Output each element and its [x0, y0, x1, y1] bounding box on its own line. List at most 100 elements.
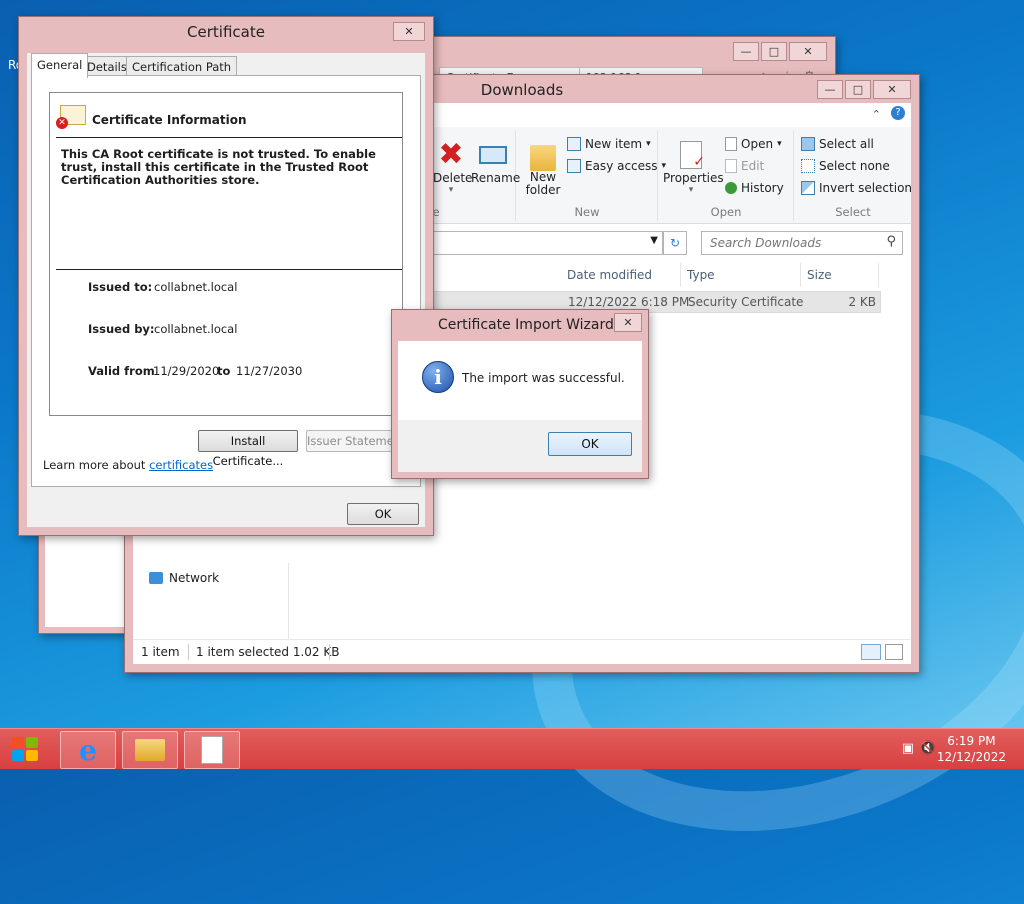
volume-muted-icon[interactable]: 🔇 [920, 741, 936, 756]
clock[interactable]: 6:19 PM 12/12/2022 [937, 733, 1006, 765]
easy-access-icon [567, 159, 581, 173]
new-item-icon [567, 137, 581, 151]
chevron-down-icon[interactable]: ▼ [650, 235, 658, 246]
valid-from-value: 11/29/2020 [153, 364, 220, 378]
minimize-button[interactable]: — [733, 42, 759, 61]
file-type: Security Certificate [688, 295, 804, 309]
help-icon[interactable]: ? [891, 106, 905, 120]
large-icons-view-icon[interactable] [885, 644, 903, 660]
trust-warning-text: This CA Root certificate is not trusted.… [61, 147, 376, 187]
ribbon-group-open: ✓ Properties ▾ Open ▾ Edit History Open [659, 131, 794, 221]
clock-date: 12/12/2022 [936, 750, 1006, 764]
open-button[interactable]: Open ▾ [725, 137, 782, 151]
address-bar[interactable]: ▼ [423, 231, 663, 255]
document-icon [201, 736, 223, 764]
ribbon-group-select: Select all Select none Invert selection … [795, 131, 912, 221]
nav-divider [288, 563, 289, 640]
issued-to-label: Issued to: [88, 280, 153, 294]
search-icon: ⚲ [886, 234, 896, 249]
dialog-title: Certificate Import Wizard [438, 317, 614, 333]
issued-by-value: collabnet.local [154, 322, 238, 336]
issued-to-value: collabnet.local [154, 280, 238, 294]
tab-general[interactable]: General [31, 53, 89, 78]
taskbar-internet-explorer[interactable]: e [60, 731, 116, 769]
ribbon-group-label: Open [710, 205, 742, 219]
nav-item-network[interactable]: Network [149, 571, 219, 585]
network-icon [149, 572, 163, 584]
certificate-dialog[interactable]: Certificate ✕ General Details Certificat… [18, 16, 434, 536]
import-wizard-dialog[interactable]: Certificate Import Wizard ✕ i The import… [391, 309, 649, 479]
open-icon [725, 137, 737, 151]
new-item-button[interactable]: New item ▾ [567, 137, 651, 151]
valid-to-label: to [217, 364, 231, 378]
info-icon: i [422, 361, 454, 393]
properties-icon: ✓ [663, 139, 719, 171]
wizard-body: i The import was successful. OK [398, 341, 642, 472]
taskbar-document[interactable] [184, 731, 240, 769]
history-icon [725, 182, 737, 194]
properties-button[interactable]: ✓ Properties ▾ [663, 139, 724, 195]
maximize-button[interactable]: □ [761, 42, 787, 61]
minimize-button[interactable]: — [817, 80, 843, 99]
tab-certification-path[interactable]: Certification Path [126, 56, 238, 77]
edit-button[interactable]: Edit [725, 159, 764, 173]
dialog-content: General Details Certification Path ✕ Cer… [27, 53, 425, 527]
select-none-icon [801, 159, 815, 173]
ok-button[interactable]: OK [347, 503, 419, 525]
success-message: The import was successful. [462, 371, 625, 385]
details-view-icon[interactable] [861, 644, 881, 660]
taskbar-file-explorer[interactable] [122, 731, 178, 769]
maximize-button[interactable]: □ [845, 80, 871, 99]
general-panel: ✕ Certificate Information This CA Root c… [31, 75, 421, 487]
taskbar: e ▣ 🔇 6:19 PM 12/12/2022 [0, 728, 1024, 769]
issuer-statement-button[interactable]: Issuer Statement [306, 430, 400, 452]
search-input[interactable] [708, 233, 882, 253]
learn-more-text: Learn more about certificates [43, 458, 214, 472]
column-type[interactable]: Type [681, 263, 801, 287]
invert-selection-icon [801, 181, 815, 195]
clock-time: 6:19 PM [947, 734, 996, 748]
certificates-link[interactable]: certificates [149, 458, 213, 472]
install-certificate-button[interactable]: Install Certificate... [198, 430, 298, 468]
close-button[interactable]: ✕ [614, 313, 642, 332]
dialog-title: Certificate [187, 23, 265, 41]
refresh-button[interactable]: ↻ [663, 231, 687, 255]
delete-button[interactable]: ✖ Delete ▾ [433, 137, 472, 196]
rename-icon [471, 139, 515, 171]
valid-to-value: 11/27/2030 [236, 364, 303, 378]
certificate-info-heading: Certificate Information [92, 113, 247, 127]
status-item-count: 1 item [141, 645, 180, 659]
invert-selection-button[interactable]: Invert selection [801, 181, 912, 195]
certificate-error-icon: ✕ [56, 103, 86, 131]
valid-from-label: Valid from [88, 364, 155, 378]
issued-by-label: Issued by: [88, 322, 155, 336]
wizard-footer: OK [398, 420, 642, 472]
folder-icon [135, 739, 165, 761]
close-button[interactable]: ✕ [393, 22, 425, 41]
folder-icon [521, 139, 565, 171]
file-size: 2 KB [848, 295, 876, 309]
history-button[interactable]: History [725, 181, 784, 195]
status-selected: 1 item selected 1.02 KB [196, 645, 340, 659]
edit-icon [725, 159, 737, 173]
search-box[interactable]: ⚲ [701, 231, 903, 255]
new-folder-button[interactable]: New folder [521, 139, 565, 197]
delete-x-icon: ✖ [438, 137, 464, 172]
collapse-ribbon-icon[interactable]: ⌃ [872, 108, 881, 121]
select-all-button[interactable]: Select all [801, 137, 874, 151]
rename-button[interactable]: Rename [471, 139, 520, 185]
select-all-icon [801, 137, 815, 151]
ribbon-group-label: Select [835, 205, 871, 219]
close-button[interactable]: ✕ [873, 80, 911, 99]
easy-access-button[interactable]: Easy access ▾ [567, 159, 666, 173]
column-date-modified[interactable]: Date modified [561, 263, 681, 287]
refresh-icon: ↻ [669, 236, 681, 250]
network-tray-icon[interactable]: ▣ [902, 741, 914, 756]
ok-button[interactable]: OK [548, 432, 632, 456]
select-none-button[interactable]: Select none [801, 159, 890, 173]
status-bar: 1 item 1 item selected 1.02 KB [133, 639, 911, 664]
certificate-info-box: ✕ Certificate Information This CA Root c… [49, 92, 403, 416]
start-button[interactable] [10, 735, 40, 763]
close-button[interactable]: ✕ [789, 42, 827, 61]
column-size[interactable]: Size [801, 263, 879, 287]
